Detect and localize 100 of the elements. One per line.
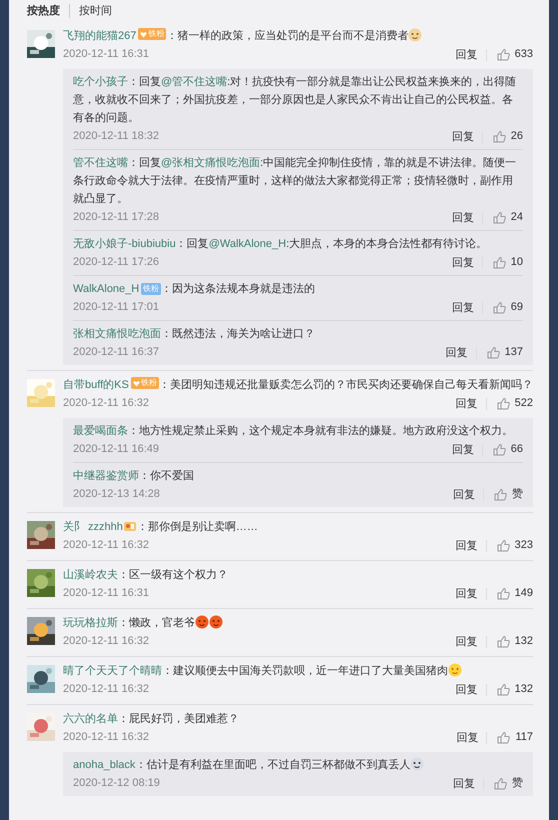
comment-text: 管不住这嘴：回复@张相文痛恨吃泡面:中国能完全抑制住疫情，靠的就是不讲法律。随便一条行政命令就大于法律。在疫情严重时，这样的做法大家都觉得正常；疫情轻微时，副作用就凸显了。 [73, 156, 518, 207]
thumbs-up-icon [486, 346, 500, 359]
reply-button[interactable]: 回复 [456, 540, 487, 552]
comment-text: 六六的名单：屁民好罚，美团难惹？ [63, 712, 240, 727]
comment-text: 中继器鉴赏师：你不爱国 [73, 469, 195, 484]
comment-date: 2020-12-11 16:32 [63, 396, 150, 412]
like-button[interactable]: 132 [486, 633, 533, 650]
reply-button[interactable]: 回复 [452, 256, 483, 268]
reply-button[interactable]: 回复 [453, 778, 484, 790]
comment-date: 2020-12-11 17:28 [73, 210, 160, 226]
angry-face-icon [195, 615, 209, 629]
like-button[interactable]: 633 [486, 46, 533, 63]
reply-button[interactable]: 回复 [452, 212, 483, 224]
like-button[interactable]: 149 [486, 585, 533, 602]
mention-link[interactable]: @WalkAlone_H [208, 238, 286, 250]
sort-tab[interactable]: 按热度 [27, 4, 69, 18]
comment-date: 2020-12-11 16:37 [73, 345, 160, 360]
comment-text: 最爱喝面条：地方性规定禁止采购，这个规定本身就有非法的嫌疑。地方政府没这个权力。 [73, 424, 514, 439]
comment-date: 2020-12-11 17:26 [73, 255, 160, 270]
sort-tab[interactable]: 按时间 [69, 4, 121, 18]
thumbs-up-icon [492, 211, 506, 224]
user-name-link[interactable]: 无敌小娘子-biubiubiu [73, 238, 176, 250]
like-button[interactable]: 10 [482, 254, 523, 271]
comment-date: 2020-12-11 16:31 [63, 47, 150, 62]
comment-text: anoha_black：估计是有利益在里面吧，不过自罚三杯都做不到真丢人 [73, 756, 523, 774]
thumbs-up-icon [496, 587, 510, 600]
reply-button[interactable]: 回复 [456, 732, 488, 744]
thumbs-up-icon [496, 397, 510, 410]
reply-button[interactable]: 回复 [446, 346, 477, 358]
like-button[interactable]: 24 [482, 209, 523, 226]
user-name-link[interactable]: WalkAlone_H [73, 283, 140, 295]
thumbs-up-icon [492, 130, 506, 143]
reply-button[interactable]: 回复 [456, 684, 487, 696]
comment-text: 无敌小娘子-biubiubiu：回复@WalkAlone_H:大胆点，本身的本身合法性都有待讨论。 [73, 236, 488, 252]
user-name-link[interactable]: 飞翔的能猫267 [63, 30, 136, 42]
thumbs-up-icon [492, 443, 506, 456]
comment-date: 2020-12-11 16:32 [63, 730, 150, 746]
thumbs-up-icon [492, 256, 506, 269]
like-button[interactable]: 117 [487, 729, 533, 746]
user-name-link[interactable]: 玩玩格拉斯 [63, 617, 118, 629]
thumbs-up-icon [496, 539, 510, 552]
reply-button[interactable]: 回复 [452, 130, 483, 142]
comment-text: 吃个小孩子：回复@管不住这嘴:对！抗疫快有一部分就是靠出让公民权益来换来的，出得随意，收就收不回来了；外国抗疫差，一部分原因也是人家民众不肯出让自己的公民权益。各有各的问题。 [73, 74, 518, 126]
user-name-link[interactable]: 晴了个天天了个晴晴 [63, 665, 162, 677]
comment-date: 2020-12-11 16:32 [63, 682, 150, 698]
fan-badge: 铁粉 [141, 283, 162, 295]
comment-date: 2020-12-11 16:32 [63, 538, 150, 554]
mention-link[interactable]: @管不住这嘴 [161, 76, 228, 88]
thumbs-up-icon [496, 683, 510, 696]
comment-text: WalkAlone_H 铁粉 ：因为这条法规本身就是违法的 [73, 282, 316, 297]
user-name-link[interactable]: 六六的名单 [63, 713, 118, 725]
comment-date: 2020-12-12 08:19 [73, 776, 160, 792]
thumbs-up-icon [496, 48, 510, 61]
comment-date: 2020-12-11 17:01 [73, 300, 160, 316]
user-name-link[interactable]: 山溪岭农夫 [63, 569, 118, 581]
comment-text: 关阝 zzzhhh ：那你倒是别让卖啊…… [63, 518, 259, 535]
comment-date: 2020-12-11 16:32 [63, 634, 150, 650]
angry-face-icon [209, 615, 223, 629]
user-name-link[interactable]: 吃个小孩子 [73, 76, 128, 88]
reply-button[interactable]: 回复 [456, 636, 487, 648]
dog-face-icon [408, 28, 422, 42]
fan-badge-icon [122, 519, 137, 533]
shocked-face-icon [410, 757, 424, 771]
comment-date: 2020-12-11 16:49 [73, 442, 160, 458]
like-button[interactable]: 522 [486, 395, 533, 412]
smiling-face-icon [448, 663, 462, 677]
thumbs-up-icon [496, 635, 510, 648]
user-name-link[interactable]: 最爱喝面条 [73, 425, 128, 437]
user-name-link[interactable]: 张相文痛恨吃泡面 [73, 328, 161, 340]
user-name-link[interactable]: anoha_black [73, 759, 136, 771]
reply-button[interactable]: 回复 [456, 398, 487, 410]
reply-button[interactable]: 回复 [452, 444, 483, 456]
like-button[interactable]: 26 [482, 128, 523, 145]
comment-text: 山溪岭农夫：区一级有这个权力？ [63, 568, 229, 583]
like-button[interactable]: 69 [482, 299, 523, 316]
comment-text: 玩玩格拉斯：懒政，官老爷 [63, 614, 533, 632]
reply-button[interactable]: 回复 [456, 588, 487, 600]
comment-date: 2020-12-11 16:31 [63, 586, 150, 602]
user-name-link[interactable]: 关阝 zzzhhh [63, 521, 123, 533]
like-button[interactable]: 323 [486, 537, 533, 554]
like-button[interactable]: 132 [486, 681, 533, 698]
thumbs-up-icon [492, 301, 506, 314]
thumbs-up-icon [497, 731, 510, 744]
thumbs-up-icon [494, 777, 507, 790]
like-button[interactable]: 66 [482, 441, 523, 458]
reply-button[interactable]: 回复 [456, 48, 487, 60]
comment-text: 张相文痛恨吃泡面：既然违法，海关为啥让进口？ [73, 326, 316, 342]
user-name-link[interactable]: 自带buff的KS [63, 379, 129, 391]
thumbs-up-icon [494, 488, 507, 501]
user-name-link[interactable]: 管不住这嘴 [73, 157, 128, 169]
comment-date: 2020-12-11 18:32 [73, 129, 160, 144]
like-button[interactable]: 赞 [484, 486, 523, 503]
reply-button[interactable]: 回复 [452, 302, 483, 314]
reply-button[interactable]: 回复 [453, 488, 484, 500]
like-button[interactable]: 137 [476, 344, 523, 361]
comment-text: 晴了个天天了个晴晴：建议顺便去中国海关罚款呗，近一年进口了大量美国猪肉 [63, 662, 533, 680]
mention-link[interactable]: @张相文痛恨吃泡面 [161, 157, 260, 169]
like-button[interactable]: 赞 [484, 775, 523, 792]
fan-badge: 铁粉 [138, 28, 166, 40]
user-name-link[interactable]: 中继器鉴赏师 [73, 470, 139, 482]
